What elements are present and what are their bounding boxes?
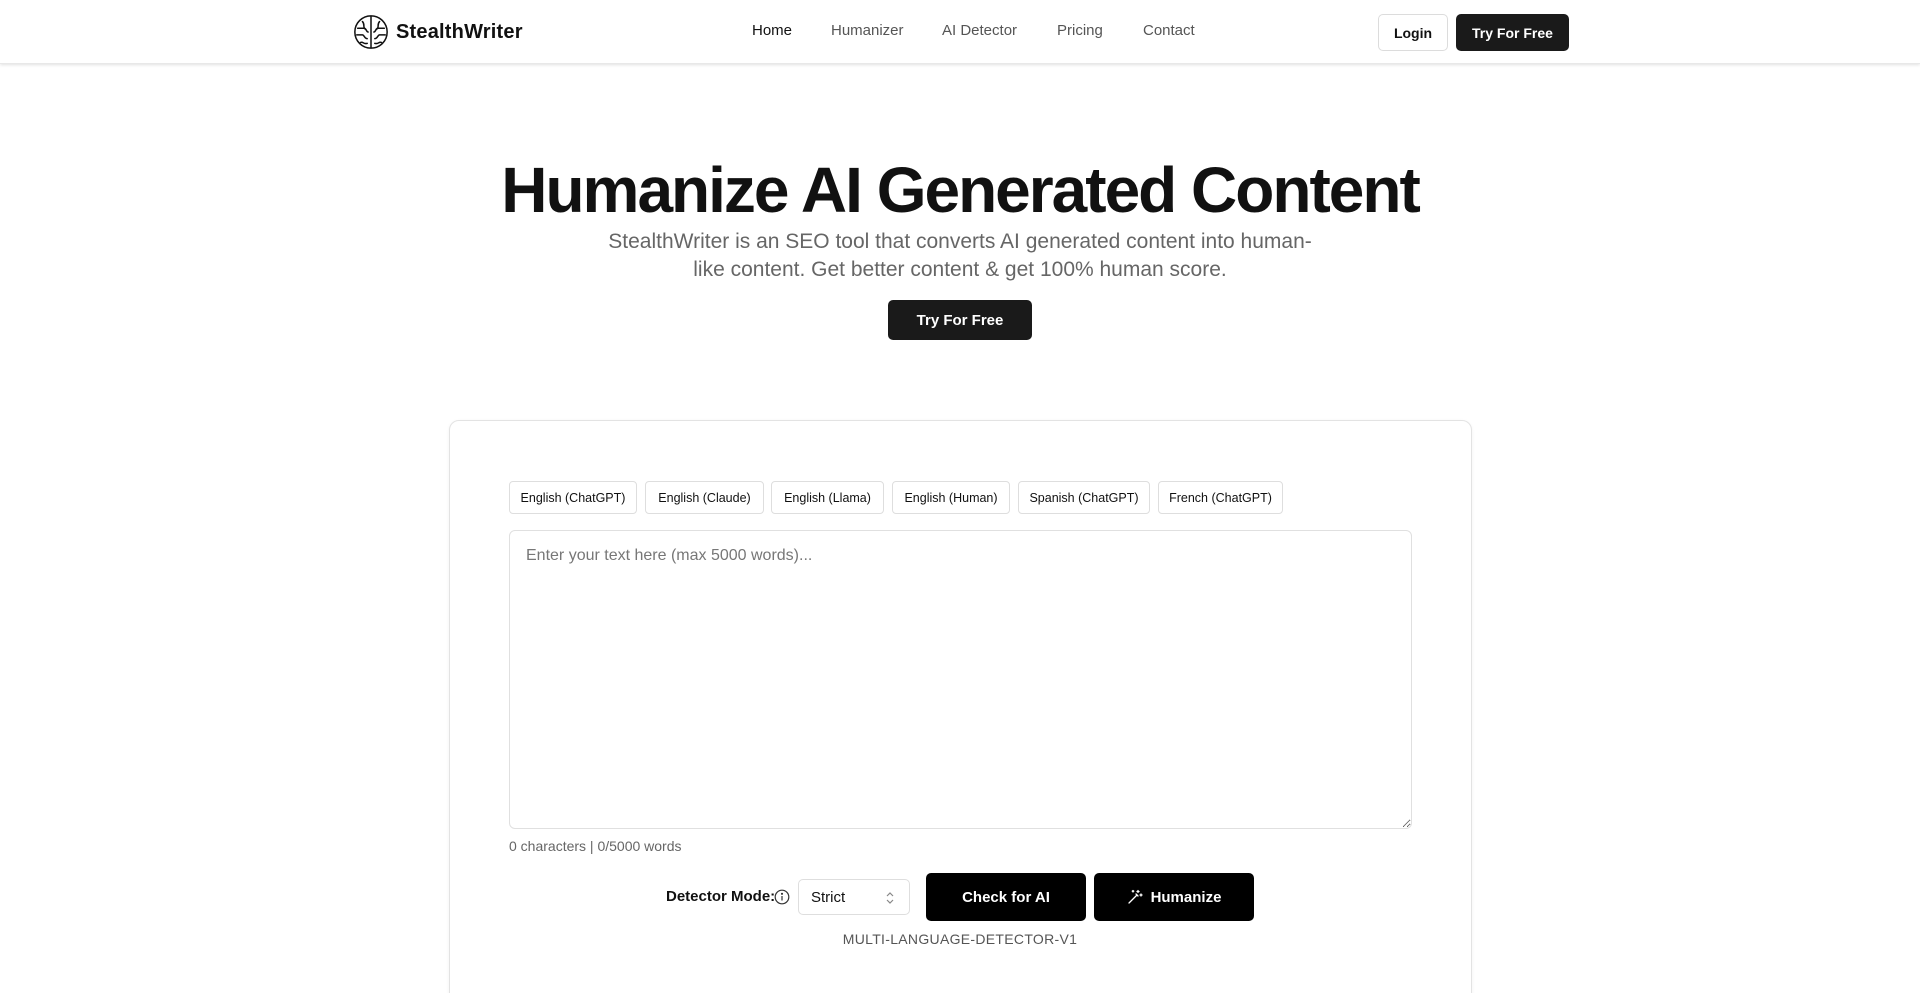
word-counter: 0 characters | 0/5000 words (509, 838, 682, 854)
nav-ai-detector-link[interactable]: AI Detector (942, 22, 1017, 39)
detector-mode-label: Detector Mode: (666, 888, 776, 905)
hero-subtitle-line1: StealthWriter is an SEO tool that conver… (608, 230, 1312, 253)
text-input[interactable] (509, 530, 1412, 829)
nav-home-link[interactable]: Home (752, 22, 792, 39)
detector-model-tag: MULTI-LANGUAGE-DETECTOR-V1 (842, 931, 1078, 947)
chevron-up-down-icon (886, 892, 894, 904)
humanize-button[interactable]: Humanize (1094, 873, 1254, 921)
humanize-button-label: Humanize (1150, 888, 1222, 906)
sample-chip-french-chatgpt[interactable]: French (ChatGPT) (1158, 481, 1283, 514)
main-nav: Home Humanizer AI Detector Pricing Conta… (0, 0, 1920, 64)
login-button[interactable]: Login (1378, 14, 1448, 51)
try-for-free-header-button[interactable]: Try For Free (1456, 14, 1569, 51)
sample-chip-english-claude[interactable]: English (Claude) (645, 481, 764, 514)
hero-title: Humanize AI Generated Content (501, 154, 1421, 226)
magic-wand-icon (1127, 889, 1143, 904)
nav-contact-link[interactable]: Contact (1143, 22, 1195, 39)
check-for-ai-button[interactable]: Check for AI (926, 873, 1086, 921)
hero-subtitle: StealthWriter is an SEO tool that conver… (600, 228, 1320, 284)
sample-chip-english-chatgpt[interactable]: English (ChatGPT) (509, 481, 637, 514)
info-icon[interactable] (774, 889, 790, 905)
site-header: StealthWriter Home Humanizer AI Detector… (0, 0, 1920, 64)
nav-humanizer-link[interactable]: Humanizer (831, 22, 904, 39)
detector-mode-value: Strict (811, 888, 846, 906)
sample-chip-english-llama[interactable]: English (Llama) (771, 481, 884, 514)
detector-mode-select[interactable]: Strict (798, 879, 910, 915)
sample-chip-english-human[interactable]: English (Human) (892, 481, 1010, 514)
try-for-free-hero-button[interactable]: Try For Free (888, 300, 1032, 340)
hero-subtitle-line2: like content. Get better content & get 1… (693, 258, 1227, 281)
sample-chip-spanish-chatgpt[interactable]: Spanish (ChatGPT) (1018, 481, 1150, 514)
nav-pricing-link[interactable]: Pricing (1057, 22, 1103, 39)
